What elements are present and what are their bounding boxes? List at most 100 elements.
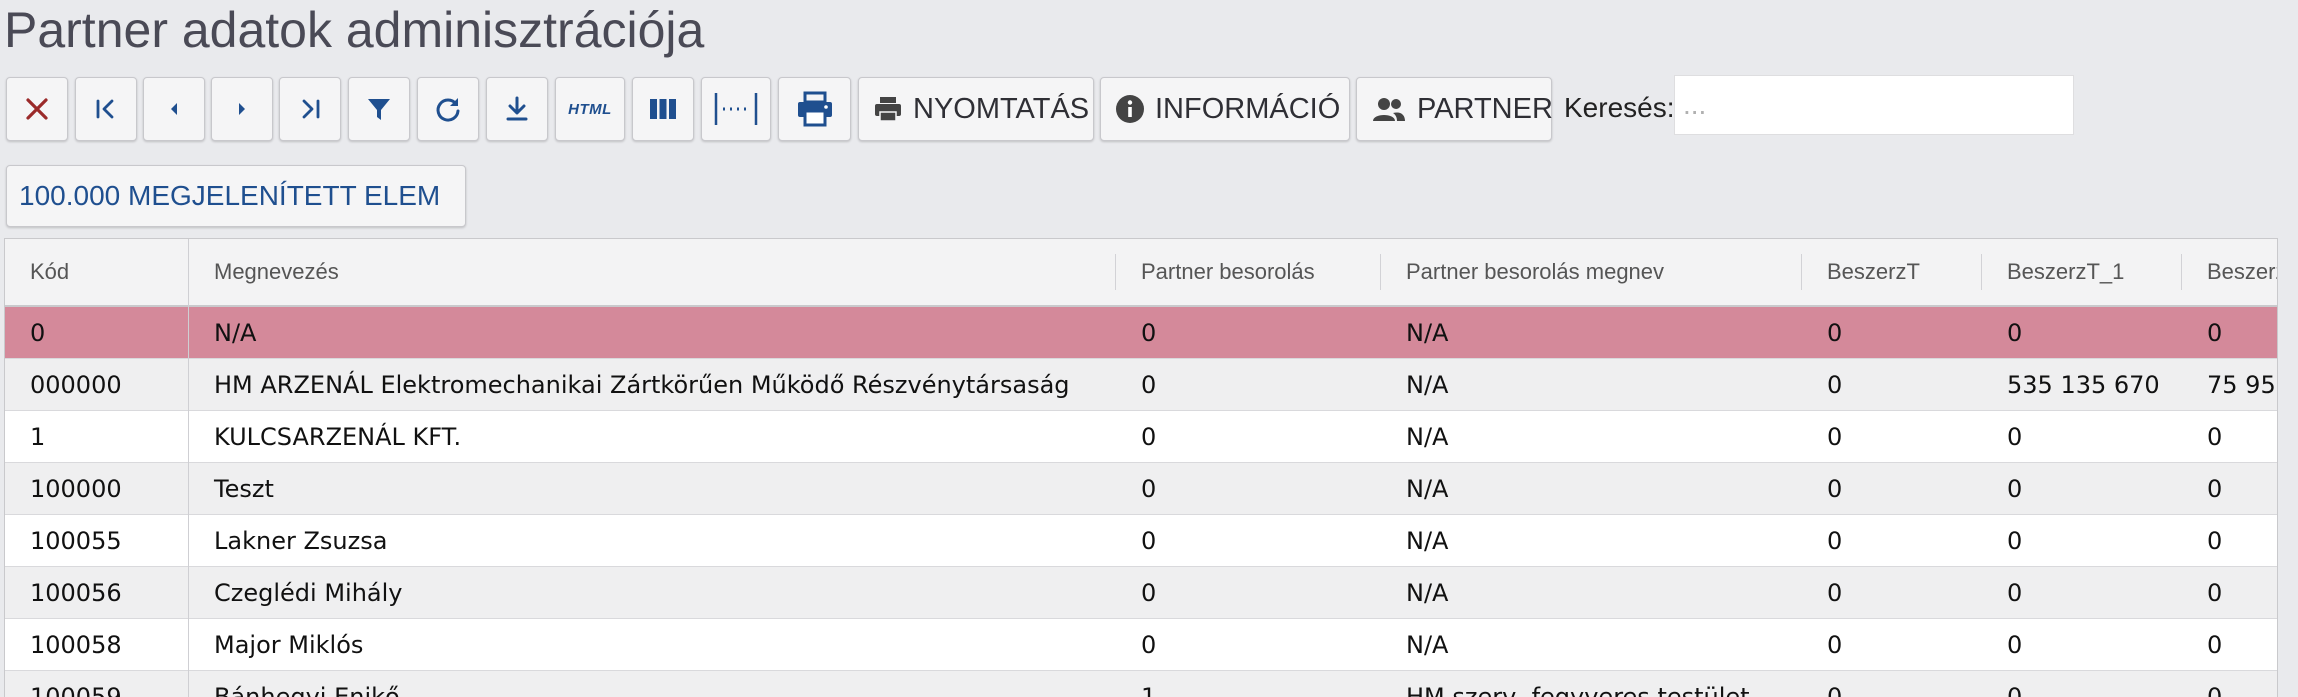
column-header[interactable]: BeszerzT [1802,239,1982,305]
table-cell: 0 [2007,526,2023,555]
column-width-icon [714,93,758,125]
table-cell: 1 [1141,682,1157,697]
search-label: Keresés: [1564,92,1675,123]
info-button-label: INFORMÁCIÓ [1155,92,1341,125]
html-export-button[interactable]: HTML [555,77,625,141]
prev-page-icon [171,103,177,115]
table-cell: 0 [2007,682,2023,697]
download-button[interactable] [486,77,548,141]
table-row[interactable]: 100059 Bánhegyi Enikő 1 HM szerv, fegyveres… [5,671,2277,697]
refresh-icon [436,98,460,122]
table-cell: 0 [1827,578,1843,607]
column-header[interactable]: Partner besorolás megnev [1381,239,1802,305]
table-cell: 0 [2007,474,2023,503]
table-cell: 100056 [30,578,122,607]
next-page-button[interactable] [211,77,273,141]
print-icon [797,91,832,127]
table-cell: N/A [1406,318,1449,347]
table-row[interactable]: 0 N/A 0 N/A 0 0 0 [5,307,2277,359]
table-cell: 0 [2207,422,2223,451]
column-header[interactable]: Megnevezés [189,239,1116,305]
table-cell: HM ARZENÁL Elektromechanikai Zártkörűen … [214,370,1070,399]
table-cell: Bánhegyi Enikő [214,682,400,697]
table-cell: 1 [30,422,46,451]
filter-button[interactable] [348,77,410,141]
table-cell: N/A [214,318,257,347]
table-cell: 0 [2007,578,2023,607]
close-icon [26,98,48,120]
html-export-icon: HTML [568,100,612,118]
column-separator[interactable] [1380,254,1381,290]
next-page-icon [239,103,245,115]
table-cell: 0 [1141,630,1157,659]
table-cell: 0 [1827,318,1843,347]
columns-icon [650,99,676,119]
print-button[interactable]: NYOMTATÁS [858,77,1094,141]
table-cell: 100000 [30,474,122,503]
column-header[interactable]: Partner besorolás [1116,239,1381,305]
column-separator[interactable] [1981,254,1982,290]
table-cell: 0 [1141,318,1157,347]
table-cell: N/A [1406,474,1449,503]
table-row[interactable]: 100055 Lakner Zsuzsa 0 N/A 0 0 0 [5,515,2277,567]
table-cell: 000000 [30,370,122,399]
table-cell: 0 [1141,526,1157,555]
table-cell: 0 [1827,682,1843,697]
table-cell: 0 [1827,474,1843,503]
table-cell: 0 [2207,318,2223,347]
column-header[interactable]: BeszerzT_1 [1982,239,2182,305]
info-button[interactable]: INFORMÁCIÓ [1100,77,1350,141]
table-cell: 75 957 [2207,370,2277,399]
table-cell: 100055 [30,526,122,555]
table-row[interactable]: 1 KULCSARZENÁL KFT. 0 N/A 0 0 0 [5,411,2277,463]
table-cell: 0 [2207,474,2223,503]
table-cell: N/A [1406,526,1449,555]
search-input[interactable] [1674,75,2074,135]
table-row[interactable]: 100056 Czeglédi Mihály 0 N/A 0 0 0 [5,567,2277,619]
partner-button[interactable]: PARTNER [1356,77,1553,141]
column-header[interactable]: Beszerz [2182,239,2277,305]
first-page-icon [96,99,114,119]
table-cell: 0 [2007,422,2023,451]
table-row[interactable]: 100000 Teszt 0 N/A 0 0 0 [5,463,2277,515]
table-cell: 100059 [30,682,122,697]
table-cell: 535 135 670 [2007,370,2160,399]
table-cell: N/A [1406,422,1449,451]
table-cell: N/A [1406,630,1449,659]
info-icon [1116,95,1144,123]
people-icon [1373,98,1405,121]
table-cell: 0 [1141,474,1157,503]
table-cell: 0 [2007,318,2023,347]
table-cell: 0 [1827,630,1843,659]
table-cell: 0 [1827,370,1843,399]
frozen-column-divider [188,239,189,697]
last-page-button[interactable] [279,77,341,141]
column-separator[interactable] [1115,254,1116,290]
column-separator[interactable] [1801,254,1802,290]
table-cell: 0 [1827,422,1843,451]
column-header[interactable]: Kód [5,239,189,305]
download-icon [506,96,528,121]
table-cell: 0 [1141,578,1157,607]
table-cell: 0 [1141,422,1157,451]
column-separator[interactable] [2181,254,2182,290]
table-row[interactable]: 000000 HM ARZENÁL Elektromechanikai Zártk… [5,359,2277,411]
table-cell: 0 [2207,630,2223,659]
table-header: Kód Megnevezés Partner besorolás Partner be… [5,239,2277,307]
columns-button[interactable] [632,77,694,141]
displayed-items-button[interactable]: 100.000 MEGJELENÍTETT ELEM [6,165,466,227]
table-cell: Teszt [214,474,274,503]
table-cell: 0 [2207,578,2223,607]
refresh-button[interactable] [417,77,479,141]
table-cell: 0 [2207,526,2223,555]
last-page-icon [302,99,320,119]
table-row[interactable]: 100058 Major Miklós 0 N/A 0 0 0 [5,619,2277,671]
table-cell: KULCSARZENÁL KFT. [214,422,462,451]
table-cell: N/A [1406,370,1449,399]
clear-button[interactable] [6,77,68,141]
print-icon-button[interactable] [778,77,851,141]
prev-page-button[interactable] [143,77,205,141]
table-cell: Major Miklós [214,630,364,659]
first-page-button[interactable] [75,77,137,141]
column-width-button[interactable] [701,77,771,141]
